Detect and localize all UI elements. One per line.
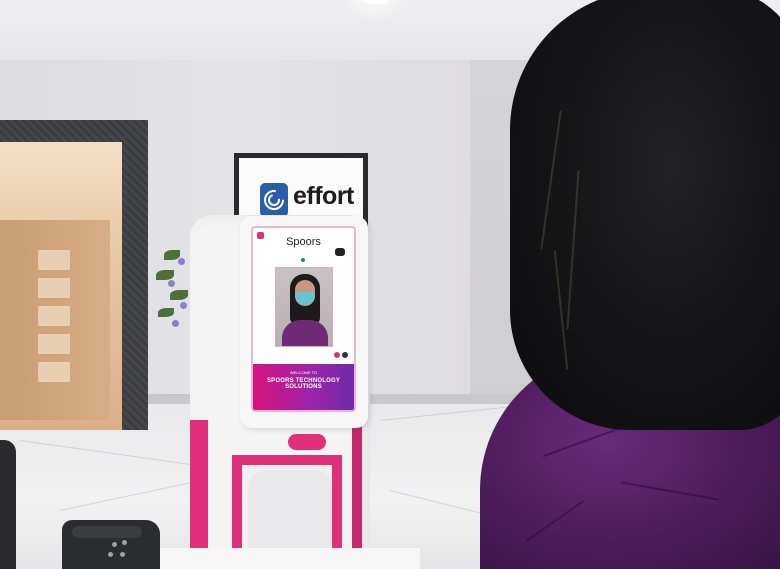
printer-button-icon xyxy=(122,540,127,545)
printer-top xyxy=(72,526,142,538)
screen-brand-name: Spoors xyxy=(286,236,321,248)
kiosk-pink-trim-left xyxy=(190,420,208,569)
company-name: SPOORS TECHNOLOGY SOLUTIONS xyxy=(266,378,341,390)
status-indicator xyxy=(301,258,305,262)
face-capture-preview xyxy=(275,267,333,347)
kiosk-card-slot xyxy=(288,434,326,450)
kiosk-pink-trim-right xyxy=(352,420,362,569)
office-lobby-scene: effort Spoors WELCOME TO SPOORS TECHNOLO… xyxy=(0,0,780,569)
potted-plant xyxy=(154,240,194,340)
person-hair xyxy=(510,0,780,430)
spoors-c-logo-icon xyxy=(260,183,288,217)
kiosk-screen[interactable]: Spoors WELCOME TO SPOORS TECHNOLOGY SOLU… xyxy=(251,226,356,412)
camera-toggle-icon[interactable] xyxy=(335,248,345,256)
printer-button-icon xyxy=(108,552,113,557)
settings-control-icon[interactable] xyxy=(342,352,348,358)
chair-edge xyxy=(0,440,16,569)
welcome-banner: WELCOME TO SPOORS TECHNOLOGY SOLUTIONS xyxy=(253,364,354,410)
capture-control-icon[interactable] xyxy=(334,352,340,358)
sign-brand-text: effort xyxy=(293,182,354,210)
printer-button-icon xyxy=(112,542,117,547)
reception-counter xyxy=(150,548,420,569)
welcome-text: WELCOME TO xyxy=(289,370,318,375)
wooden-door xyxy=(0,220,110,420)
printer-button-icon xyxy=(120,552,125,557)
